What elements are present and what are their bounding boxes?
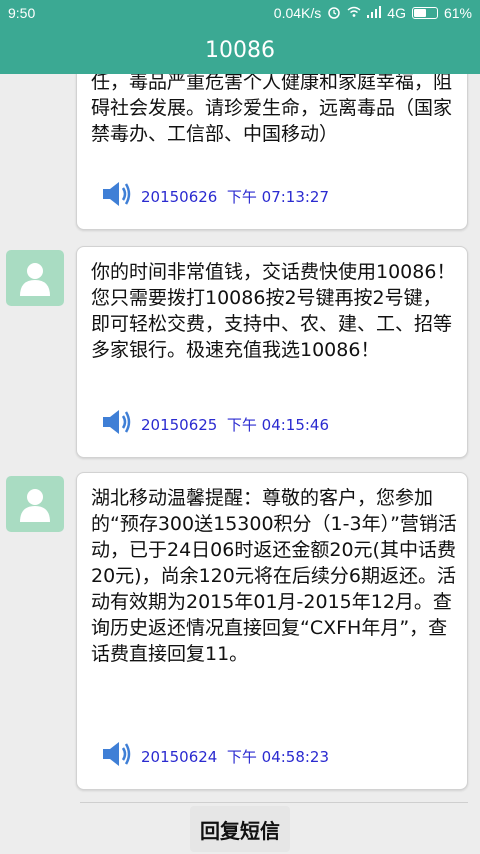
message-date: 20150624 下午 04:58:23 — [141, 747, 330, 766]
wifi-icon — [347, 6, 361, 21]
message-list[interactable]: 任，毒品严重危害个人健康和家庭幸福，阻碍社会发展。请珍爱生命，远离毒品（国家禁毒… — [0, 74, 480, 800]
speaker-icon[interactable] — [99, 739, 133, 773]
message-item: 你的时间非常值钱，交话费快使用10086！您只需要拨打10086按2号键再按2号… — [0, 246, 480, 460]
reply-sms-button[interactable]: 回复短信 — [190, 806, 290, 852]
message-meta: 20150625 下午 04:15:46 — [99, 409, 329, 439]
speaker-icon[interactable] — [99, 407, 133, 441]
message-item: 湖北移动温馨提醒：尊敬的客户，您参加的“预存300送15300积分（1-3年）”… — [0, 472, 480, 792]
status-indicators: 0.04K/s 4G 61% — [274, 5, 472, 22]
conversation-header: 10086 — [0, 26, 480, 74]
signal-icon — [367, 5, 382, 21]
divider — [80, 802, 468, 803]
avatar[interactable] — [6, 476, 64, 532]
contact-avatar-icon — [20, 263, 50, 296]
conversation-title: 10086 — [205, 37, 275, 63]
message-bubble[interactable]: 你的时间非常值钱，交话费快使用10086！您只需要拨打10086按2号键再按2号… — [76, 246, 468, 458]
contact-avatar-icon — [20, 489, 50, 522]
message-date: 20150625 下午 04:15:46 — [141, 415, 330, 434]
message-text: 任，毒品严重危害个人健康和家庭幸福，阻碍社会发展。请珍爱生命，远离毒品（国家禁毒… — [91, 74, 453, 145]
message-text: 湖北移动温馨提醒：尊敬的客户，您参加的“预存300送15300积分（1-3年）”… — [91, 487, 457, 665]
message-bubble[interactable]: 任，毒品严重危害个人健康和家庭幸福，阻碍社会发展。请珍爱生命，远离毒品（国家禁毒… — [76, 74, 468, 230]
status-time: 9:50 — [8, 5, 36, 21]
speaker-icon[interactable] — [99, 179, 133, 213]
network-type: 4G — [387, 5, 406, 21]
message-meta: 20150624 下午 04:58:23 — [99, 741, 329, 771]
avatar[interactable] — [6, 250, 64, 306]
battery-icon — [411, 7, 438, 19]
alarm-icon — [327, 5, 341, 22]
message-item: 任，毒品严重危害个人健康和家庭幸福，阻碍社会发展。请珍爱生命，远离毒品（国家禁毒… — [0, 74, 480, 234]
network-speed: 0.04K/s — [273, 5, 322, 21]
message-meta: 20150626 下午 07:13:27 — [99, 181, 329, 211]
message-text: 你的时间非常值钱，交话费快使用10086！您只需要拨打10086按2号键再按2号… — [91, 261, 456, 361]
status-bar: 9:50 0.04K/s 4G 61% — [0, 0, 480, 26]
message-date: 20150626 下午 07:13:27 — [141, 187, 330, 206]
message-bubble[interactable]: 湖北移动温馨提醒：尊敬的客户，您参加的“预存300送15300积分（1-3年）”… — [76, 472, 468, 790]
battery-percent: 61% — [443, 5, 472, 21]
